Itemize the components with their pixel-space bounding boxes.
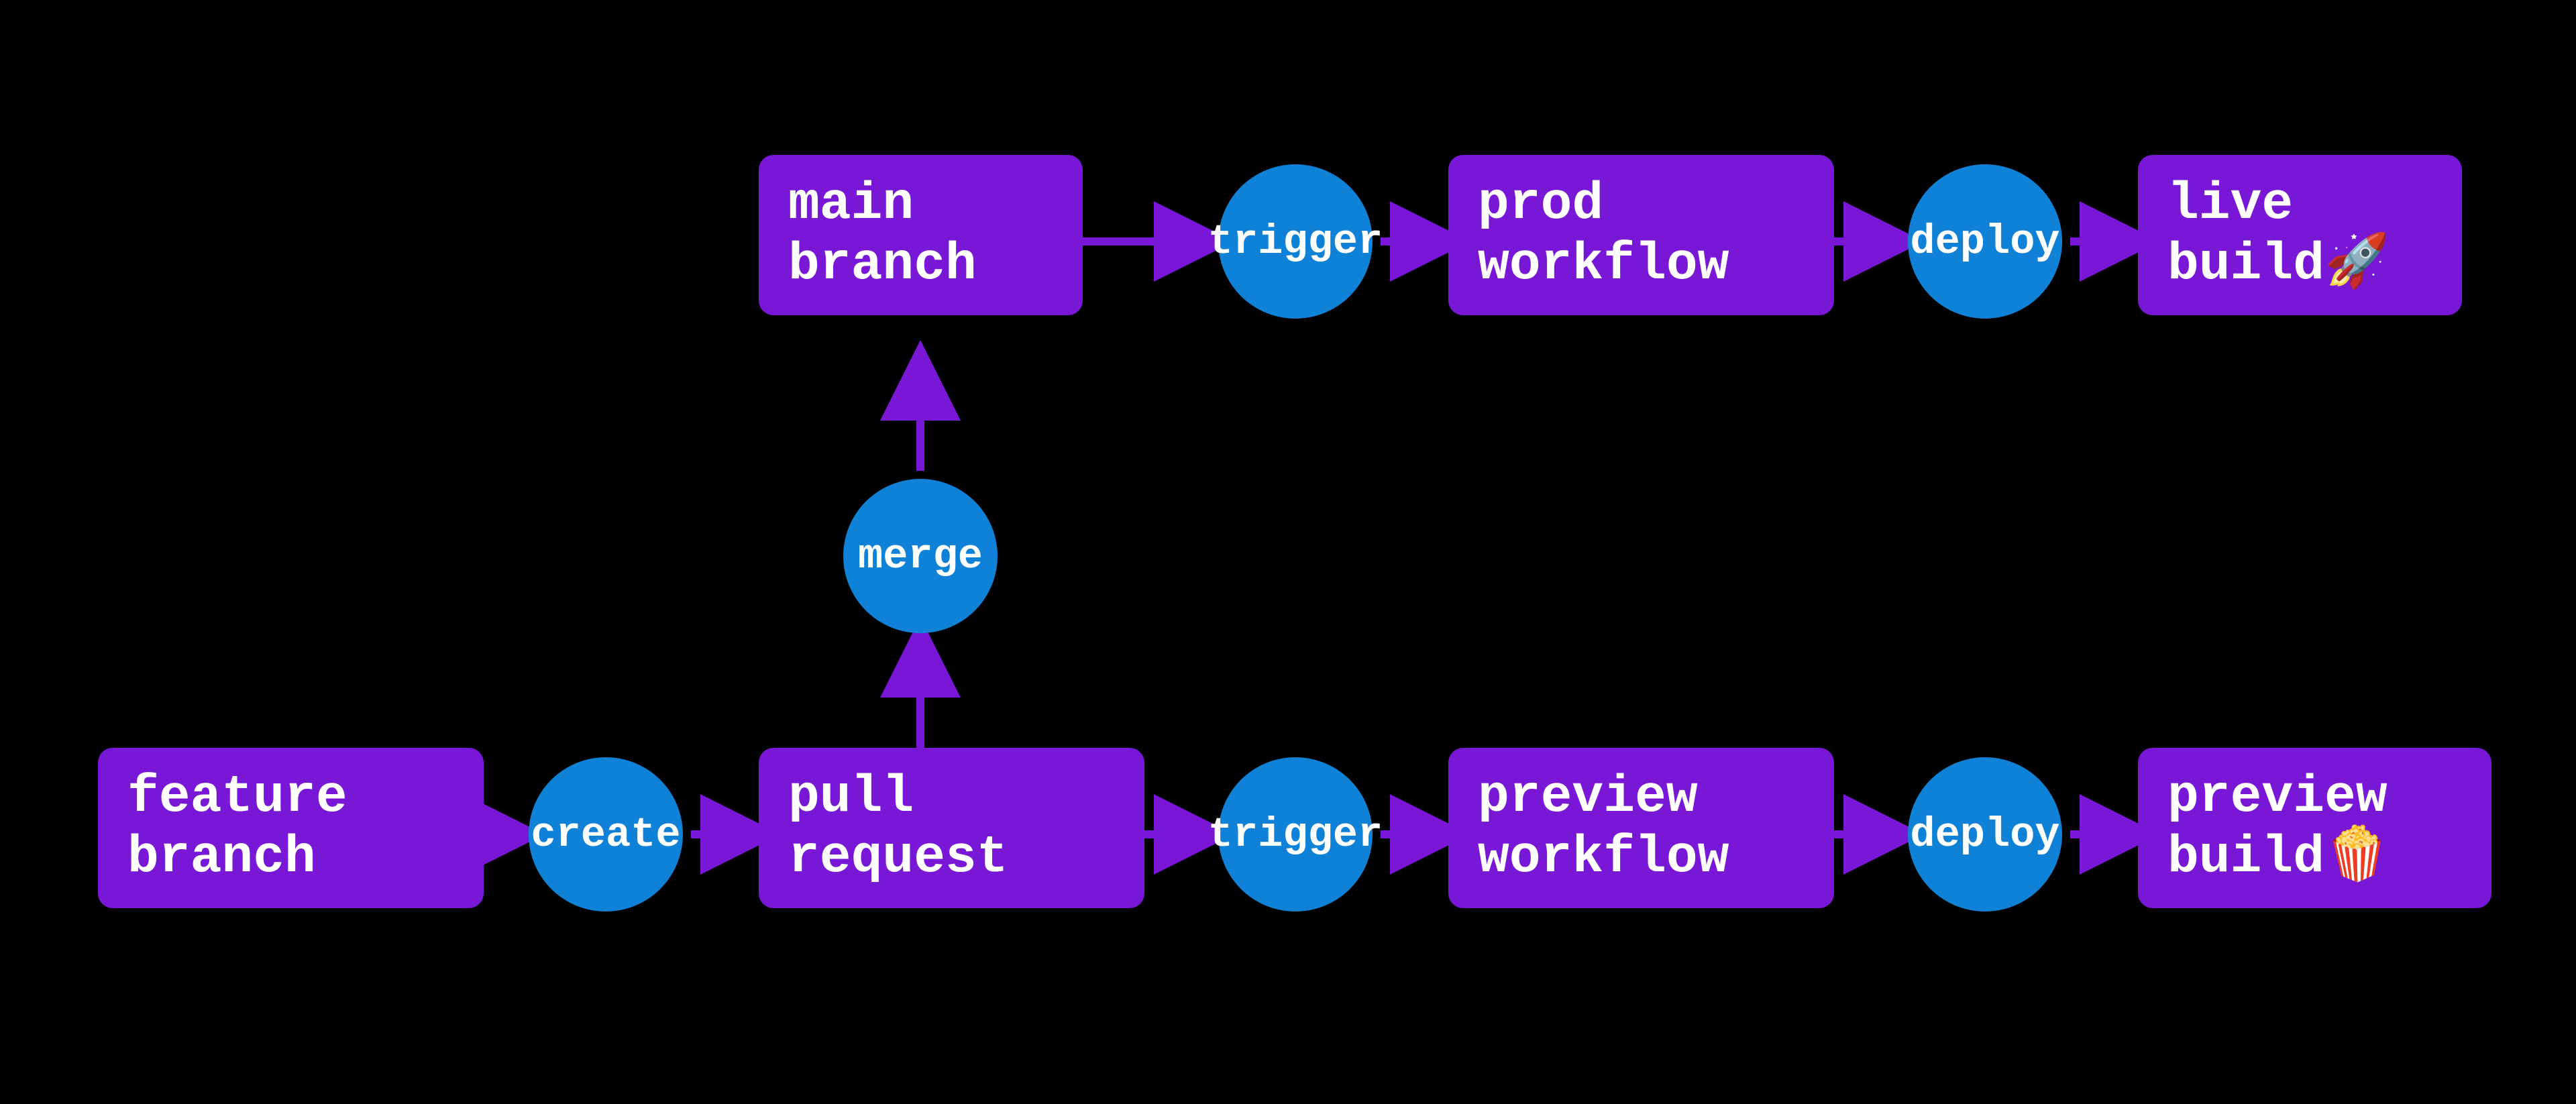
node-feature-branch: feature branch (98, 748, 484, 908)
node-pull-request: pull request (759, 748, 1144, 908)
node-live-build: live build🚀 (2138, 155, 2462, 315)
diagram-canvas: main branch prod workflow live build🚀 fe… (0, 0, 2576, 1104)
node-preview-build: preview build🍿 (2138, 748, 2491, 908)
node-prod-workflow: prod workflow (1448, 155, 1834, 315)
edge-deploy-bottom: deploy (1908, 757, 2062, 912)
node-main-branch: main branch (759, 155, 1083, 315)
edge-trigger-bottom: trigger (1218, 757, 1373, 912)
edge-merge: merge (843, 479, 998, 633)
edge-deploy-top: deploy (1908, 164, 2062, 319)
node-preview-workflow: preview workflow (1448, 748, 1834, 908)
edge-trigger-top: trigger (1218, 164, 1373, 319)
edge-create: create (529, 757, 683, 912)
